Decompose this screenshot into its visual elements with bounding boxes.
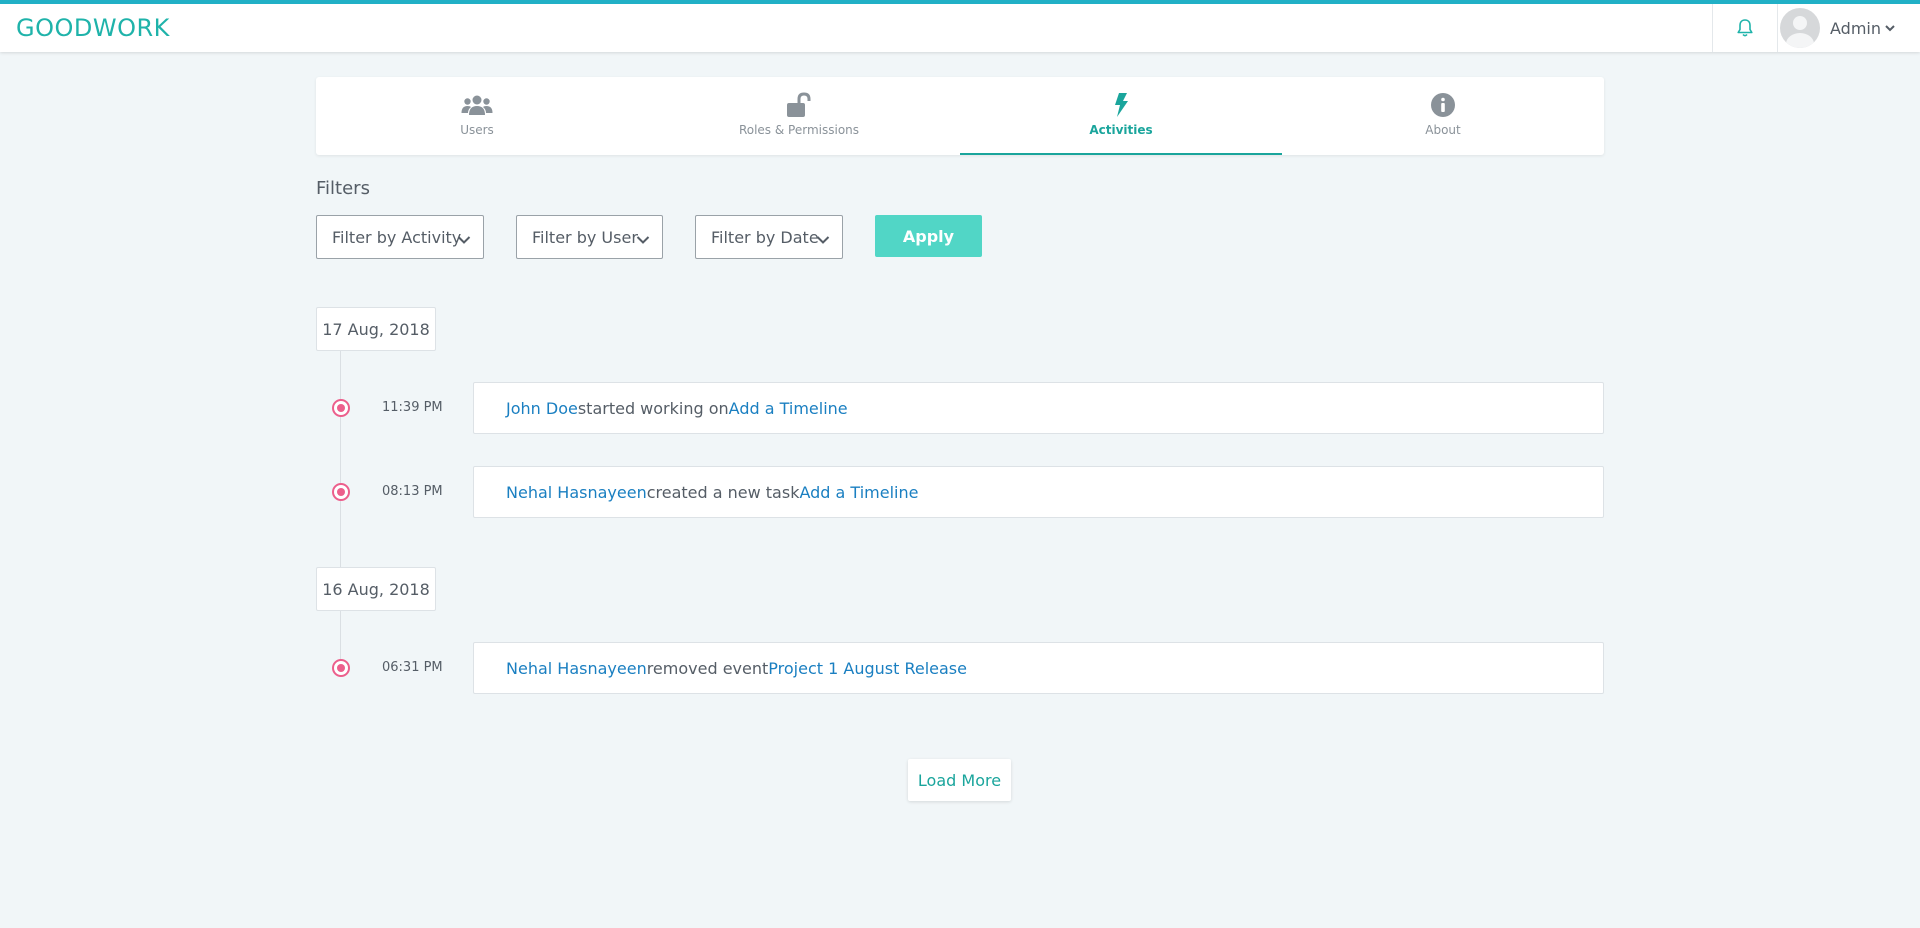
tab-activities[interactable]: Activities xyxy=(960,77,1282,155)
load-more-button[interactable]: Load More xyxy=(908,759,1011,801)
chevron-down-icon xyxy=(457,230,471,249)
activity-action: removed event xyxy=(646,658,769,678)
tab-roles-permissions[interactable]: Roles & Permissions xyxy=(638,77,960,155)
filter-user-select[interactable]: Filter by User xyxy=(516,215,663,259)
top-navbar: GOODWORK Admin xyxy=(0,0,1920,52)
chevron-down-icon xyxy=(816,230,830,249)
info-circle-icon xyxy=(1430,91,1456,119)
chevron-down-icon xyxy=(1885,24,1895,32)
users-icon xyxy=(461,91,493,119)
timeline-date: 17 Aug, 2018 xyxy=(316,307,436,351)
unlock-icon xyxy=(784,91,814,119)
filter-activity-select[interactable]: Filter by Activity xyxy=(316,215,484,259)
activity-target-link[interactable]: Add a Timeline xyxy=(729,399,848,418)
chevron-down-icon xyxy=(636,230,650,249)
filter-date-select[interactable]: Filter by Date xyxy=(695,215,843,259)
activity-user-link[interactable]: Nehal Hasnayeen xyxy=(506,483,647,502)
activity-time: 11:39 PM xyxy=(382,400,443,415)
notifications-button[interactable] xyxy=(1712,4,1778,52)
avatar xyxy=(1780,8,1820,48)
settings-tabs: Users Roles & Permissions Activities Abo… xyxy=(316,77,1604,155)
brand-logo[interactable]: GOODWORK xyxy=(16,14,170,42)
select-value: Filter by Activity xyxy=(332,227,462,247)
bell-icon xyxy=(1737,19,1753,37)
timeline-dot xyxy=(332,399,350,417)
apply-button[interactable]: Apply xyxy=(875,215,982,257)
filters-heading: Filters xyxy=(316,178,370,199)
activity-time: 06:31 PM xyxy=(382,660,443,675)
activity-target-link[interactable]: Add a Timeline xyxy=(799,483,918,502)
timeline-line xyxy=(340,350,341,568)
tab-users[interactable]: Users xyxy=(316,77,638,155)
activity-time: 08:13 PM xyxy=(382,484,443,499)
activity-action: created a new task xyxy=(646,482,800,502)
timeline-dot xyxy=(332,659,350,677)
select-value: Filter by Date xyxy=(711,227,819,247)
tab-label: Roles & Permissions xyxy=(738,123,860,137)
bolt-icon xyxy=(1112,91,1130,119)
tab-label: Users xyxy=(460,123,494,137)
tab-about[interactable]: About xyxy=(1282,77,1604,155)
user-name: Admin xyxy=(1830,18,1881,38)
tab-label: About xyxy=(1425,123,1461,137)
activity-item: John Doe started working on Add a Timeli… xyxy=(473,382,1604,434)
timeline-dot xyxy=(332,483,350,501)
select-value: Filter by User xyxy=(532,227,638,247)
activity-action: started working on xyxy=(577,398,729,418)
activity-item: Nehal Hasnayeen removed event Project 1 … xyxy=(473,642,1604,694)
activity-item: Nehal Hasnayeen created a new task Add a… xyxy=(473,466,1604,518)
activity-target-link[interactable]: Project 1 August Release xyxy=(768,659,967,678)
activity-user-link[interactable]: Nehal Hasnayeen xyxy=(506,659,647,678)
tab-label: Activities xyxy=(1089,123,1153,137)
timeline-date: 16 Aug, 2018 xyxy=(316,567,436,611)
activity-user-link[interactable]: John Doe xyxy=(506,399,578,418)
user-menu[interactable]: Admin xyxy=(1778,4,1920,52)
